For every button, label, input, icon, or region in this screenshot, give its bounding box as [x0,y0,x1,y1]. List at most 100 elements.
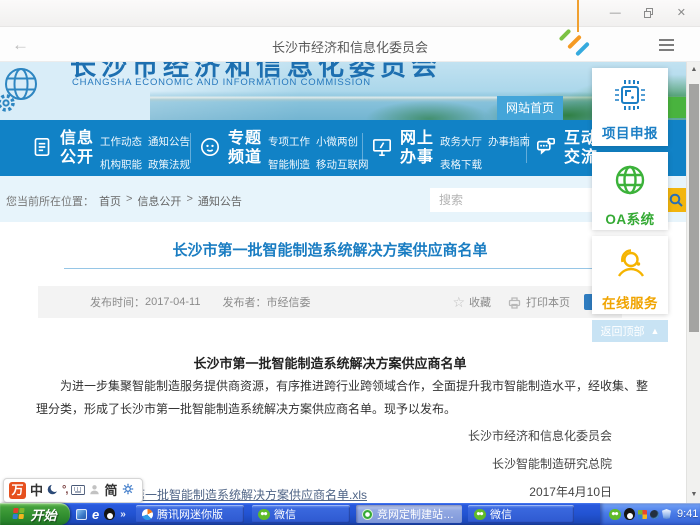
breadcrumb-current[interactable]: 通知公告 [198,193,242,209]
jingwang-icon [362,509,373,520]
search-icon [668,192,684,208]
breadcrumb-label: 您当前所在位置： [6,193,94,209]
monitor-icon [370,129,394,172]
nav-title-online-affairs[interactable]: 网上办事 [400,129,434,172]
nav-title-channel[interactable]: 专题频道 [228,129,262,172]
windows-logo-icon [13,508,27,520]
tray-shield-icon[interactable] [662,509,671,519]
desktop-screen: — ✕ ← 长沙市经济和信息化委员会 [0,0,700,525]
nav-divider [526,133,527,163]
publisher: 市经信委 [266,294,310,310]
show-desktop-icon[interactable] [76,509,87,520]
print-button[interactable]: 打印本页 [507,294,570,310]
document-icon [30,129,54,172]
breadcrumb-separator: > [126,193,132,209]
site-banner: 长沙市经济和信息化委员会 CHANGSHA ECONOMIC AND INFOR… [0,62,686,120]
nav-section-interaction: 互动交流 [534,129,598,167]
article: 长沙市第一批智能制造系统解决方案供应商名单 发布时间： 2017-04-11 发… [0,222,686,503]
nav-link[interactable]: 表格下载 [440,157,482,172]
ime-punctuation-toggle[interactable]: °, [62,485,67,496]
nav-section-info: 信息公开 工作动态 通知公告 机构职能 政策法规 [30,129,190,172]
system-tray: 9:41 [600,503,700,525]
quick-launch-bar: e » [76,503,126,525]
site-logo-globe-gear-icon [0,63,45,120]
nav-divider [190,133,191,163]
scrollbar-thumb[interactable] [689,84,699,332]
ime-keyboard-icon[interactable] [71,482,85,500]
nav-section-online-affairs: 网上办事 政务大厅 办事指南 表格下载 [370,129,530,172]
chat-bubbles-icon [534,129,558,167]
hamburger-menu-icon[interactable] [659,39,674,54]
quick-panel-online-service[interactable]: 在线服务 [592,236,668,314]
ime-settings-gear-icon[interactable] [122,482,134,500]
nav-link[interactable]: 专项工作 [268,134,310,149]
channel-icon [198,129,222,172]
breadcrumb-category[interactable]: 信息公开 [137,193,181,209]
taskbar: 开始 e » 腾讯网迷你版 微信 竞网定制建站管理... 微信 [0,503,700,525]
qq-icon[interactable] [104,508,115,520]
scroll-up-arrow[interactable]: ▲ [687,66,700,73]
title-divider [64,268,622,269]
signature-org-2: 长沙智能制造研究总院 [492,455,612,472]
vertical-scrollbar[interactable]: ▲ ▼ [686,62,700,503]
breadcrumb-home[interactable]: 首页 [99,193,121,209]
nav-link[interactable]: 政策法规 [148,157,190,172]
ime-logo-icon[interactable]: 万 [9,482,26,499]
minimize-button[interactable]: — [610,8,621,19]
scroll-down-arrow[interactable]: ▼ [687,491,700,498]
ime-user-icon[interactable] [89,482,100,500]
tray-dark-app-icon[interactable] [650,510,659,519]
main-nav: 信息公开 工作动态 通知公告 机构职能 政策法规 [0,120,686,176]
meta-actions: ☆ 收藏 打印本页 [452,286,570,318]
breadcrumb-bar: 您当前所在位置： 首页 > 信息公开 > 通知公告 [0,176,686,222]
nav-link[interactable]: 工作动态 [100,134,142,149]
publish-time: 2017-04-11 [145,296,200,308]
publisher-label: 发布者： [222,294,266,310]
nav-links-online-affairs: 政务大厅 办事指南 表格下载 [440,134,530,172]
nav-link[interactable]: 政务大厅 [440,134,482,149]
page-viewport: 长沙市经济和信息化委员会 CHANGSHA ECONOMIC AND INFOR… [0,62,686,503]
home-tab[interactable]: 网站首页 [497,96,563,120]
nav-divider [362,133,363,163]
browser-toolbar: ← 长沙市经济和信息化委员会 [0,27,700,62]
nav-link[interactable]: 通知公告 [148,134,190,149]
content-heading: 长沙市第一批智能制造系统解决方案供应商名单 [0,353,660,372]
signature-date: 2017年4月10日 [529,483,612,500]
taskbar-task-wechat-1[interactable]: 微信 [252,505,350,523]
headset-agent-icon [611,245,649,288]
ime-simplified-toggle[interactable]: 简 [104,484,117,497]
favorite-button[interactable]: ☆ 收藏 [452,294,491,310]
signature-org-1: 长沙市经济和信息化委员会 [468,427,612,444]
tray-wechat-icon[interactable] [609,509,621,520]
wechat-icon [474,509,486,520]
internet-explorer-icon[interactable]: e [92,508,99,521]
tray-qq-icon[interactable] [624,508,635,520]
close-button[interactable]: ✕ [677,8,686,19]
quick-panel-project-declare[interactable]: 项目申报 [592,68,668,146]
nav-link[interactable]: 小微两创 [316,134,369,149]
nav-link[interactable]: 机构职能 [100,157,142,172]
nav-link[interactable]: 办事指南 [488,134,530,149]
tray-clock[interactable]: 9:41 [677,508,698,520]
browser-page-title: 长沙市经济和信息化委员会 [0,37,700,56]
wechat-icon [258,509,270,520]
site-title-en: CHANGSHA ECONOMIC AND INFORMATION COMMIS… [72,77,371,88]
nav-title-info[interactable]: 信息公开 [60,129,94,172]
quick-panel-label: 在线服务 [602,292,658,312]
quick-panel-oa-system[interactable]: OA系统 [592,152,668,230]
star-icon: ☆ [452,295,465,309]
restore-button[interactable] [644,8,654,18]
ime-toolbar[interactable]: 万 中 °, 简 [3,478,143,503]
taskbar-task-wechat-2[interactable]: 微信 [468,505,574,523]
ime-lang-toggle[interactable]: 中 [30,484,43,497]
ime-halfwidth-moon-icon[interactable] [47,482,58,500]
back-to-top-button[interactable]: 返回顶部 ▲ [592,320,668,342]
nav-link[interactable]: 移动互联网 [316,157,369,172]
taskbar-task-tencent-mini[interactable]: 腾讯网迷你版 [136,505,244,523]
taskbar-task-jingwang-site-builder[interactable]: 竞网定制建站管理... [356,505,462,523]
tray-grid-app-icon[interactable] [638,510,647,519]
nav-link[interactable]: 智能制造 [268,157,310,172]
quick-launch-overflow-icon[interactable]: » [120,509,126,520]
content-paragraph: 为进一步集聚智能制造服务提供商资源，有序推进跨行业跨领域合作，全面提升我市智能制… [36,375,648,421]
start-button[interactable]: 开始 [0,503,70,525]
